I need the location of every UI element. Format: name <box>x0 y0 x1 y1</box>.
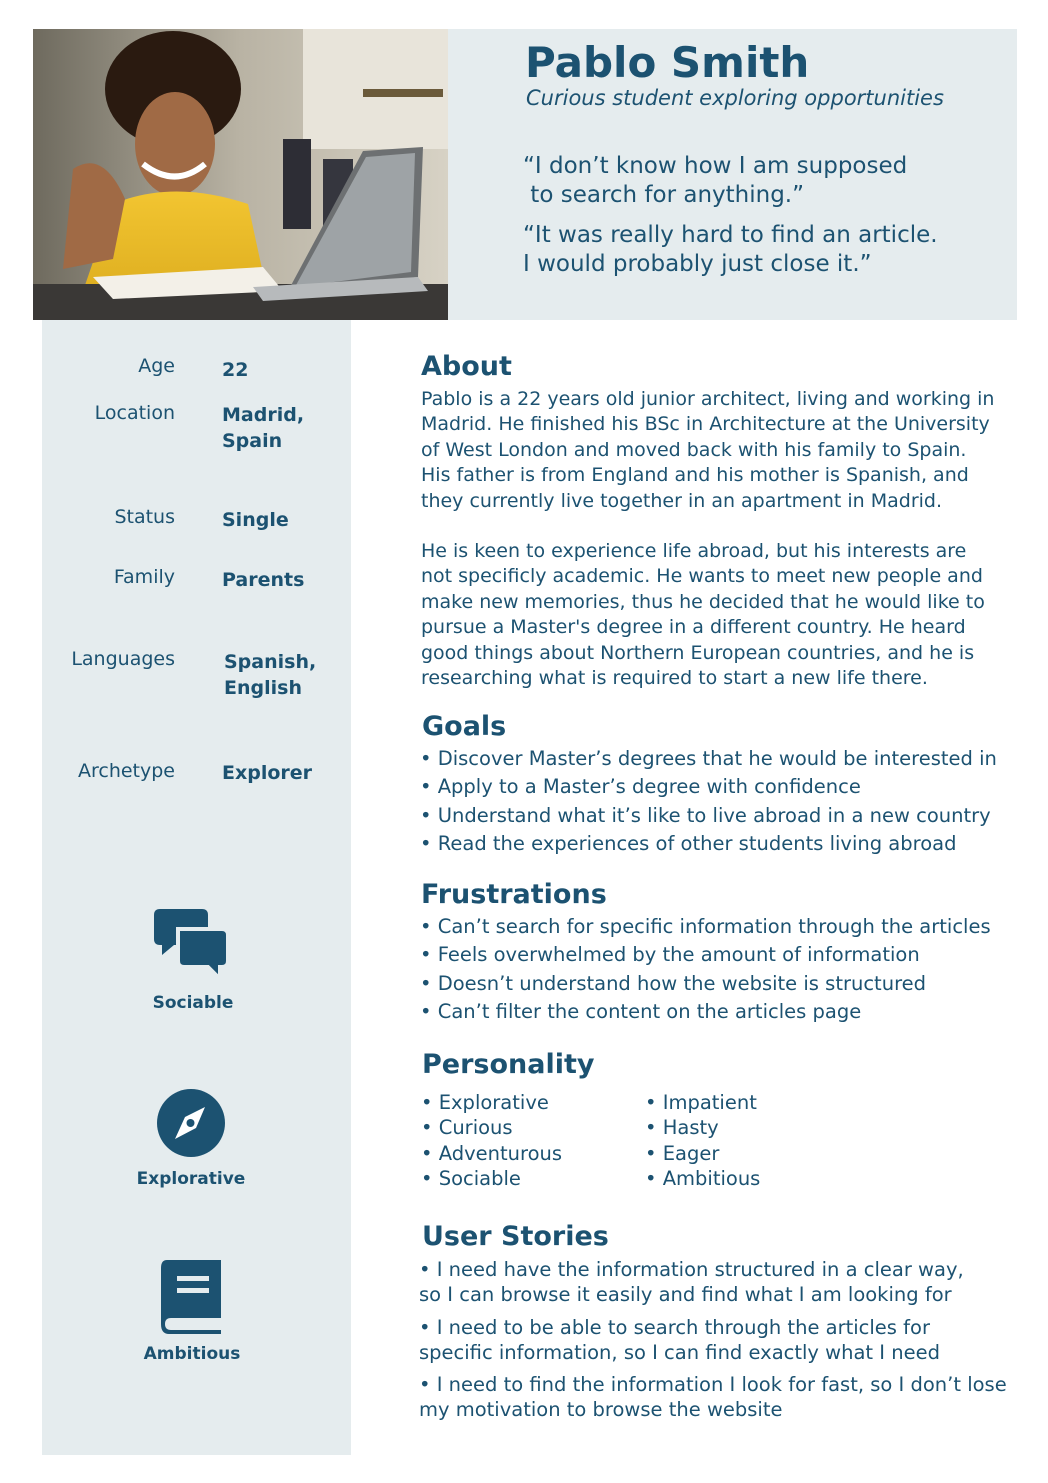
list-item: • Sociable <box>421 1167 521 1191</box>
frustrations-list: • Can’t search for specific information … <box>420 913 991 1026</box>
trait-ambitious: Ambitious <box>92 1258 292 1364</box>
goals-title: Goals <box>422 711 507 742</box>
fact-value-family: Parents <box>222 569 305 591</box>
persona-name: Pablo Smith <box>525 38 810 87</box>
chat-bubbles-icon <box>154 909 230 984</box>
list-item: • Discover Master’s degrees that he woul… <box>420 747 997 770</box>
persona-tagline: Curious student exploring opportunities <box>526 86 944 110</box>
persona-photo-image <box>33 29 448 320</box>
list-item: • Hasty <box>645 1116 719 1140</box>
list-item: • Understand what it’s like to live abro… <box>420 803 991 827</box>
user-stories-title: User Stories <box>422 1221 609 1252</box>
trait-explorative: Explorative <box>91 1087 291 1189</box>
list-item: • Feels overwhelmed by the amount of inf… <box>420 943 920 967</box>
trait-label-explorative: Explorative <box>136 1169 246 1189</box>
goals-list: • Discover Master’s degrees that he woul… <box>420 745 997 858</box>
personality-list-left: • Explorative • Curious • Adventurous • … <box>421 1090 562 1192</box>
about-paragraph-1: Pablo is a 22 years old junior architect… <box>421 388 995 512</box>
quote-1: “I don’t know how I am supposed to searc… <box>523 153 908 208</box>
list-item: • Adventurous <box>421 1141 563 1165</box>
trait-sociable: Sociable <box>93 905 293 1013</box>
list-item: • Read the experiences of other students… <box>420 831 957 855</box>
user-story-3: • I need to find the information I look … <box>419 1373 1007 1422</box>
personality-list-right: • Impatient • Hasty • Eager • Ambitious <box>645 1090 760 1192</box>
quote-2: “It was really hard to find an article. … <box>523 222 938 277</box>
fact-value-languages: Spanish, English <box>224 651 317 699</box>
list-item: • Explorative <box>421 1091 549 1114</box>
compass-icon <box>157 1089 225 1157</box>
fact-label-location: Location <box>94 402 175 424</box>
trait-label-sociable: Sociable <box>152 993 234 1013</box>
user-story-2: • I need to be able to search through th… <box>419 1316 940 1365</box>
fact-label-family: Family <box>113 566 175 588</box>
list-item: • Impatient <box>645 1091 757 1114</box>
user-story-1: • I need have the information structured… <box>419 1258 964 1307</box>
list-item: • Can’t search for specific information … <box>420 915 991 938</box>
trait-label-ambitious: Ambitious <box>143 1344 241 1364</box>
list-item: • Can’t filter the content on the articl… <box>420 999 862 1023</box>
book-icon <box>161 1260 221 1334</box>
fact-label-status: Status <box>114 506 175 528</box>
about-title: About <box>421 351 512 382</box>
list-item: • Curious <box>421 1116 513 1140</box>
list-item: • Ambitious <box>645 1167 761 1191</box>
list-item: • Eager <box>645 1141 720 1165</box>
fact-value-archetype: Explorer <box>222 762 313 784</box>
fact-label-archetype: Archetype <box>77 760 175 782</box>
frustrations-title: Frustrations <box>421 879 607 910</box>
fact-label-languages: Languages <box>71 648 175 670</box>
about-paragraph-2: He is keen to experience life abroad, bu… <box>421 540 985 690</box>
fact-value-location: Madrid, Spain <box>222 404 305 452</box>
fact-value-age: 22 <box>222 359 249 381</box>
fact-value-status: Single <box>222 509 289 531</box>
list-item: • Doesn’t understand how the website is … <box>420 971 927 995</box>
personality-title: Personality <box>422 1049 595 1080</box>
list-item: • Apply to a Master’s degree with confid… <box>420 775 861 799</box>
fact-label-age: Age <box>138 355 175 377</box>
persona-photo <box>33 29 448 320</box>
